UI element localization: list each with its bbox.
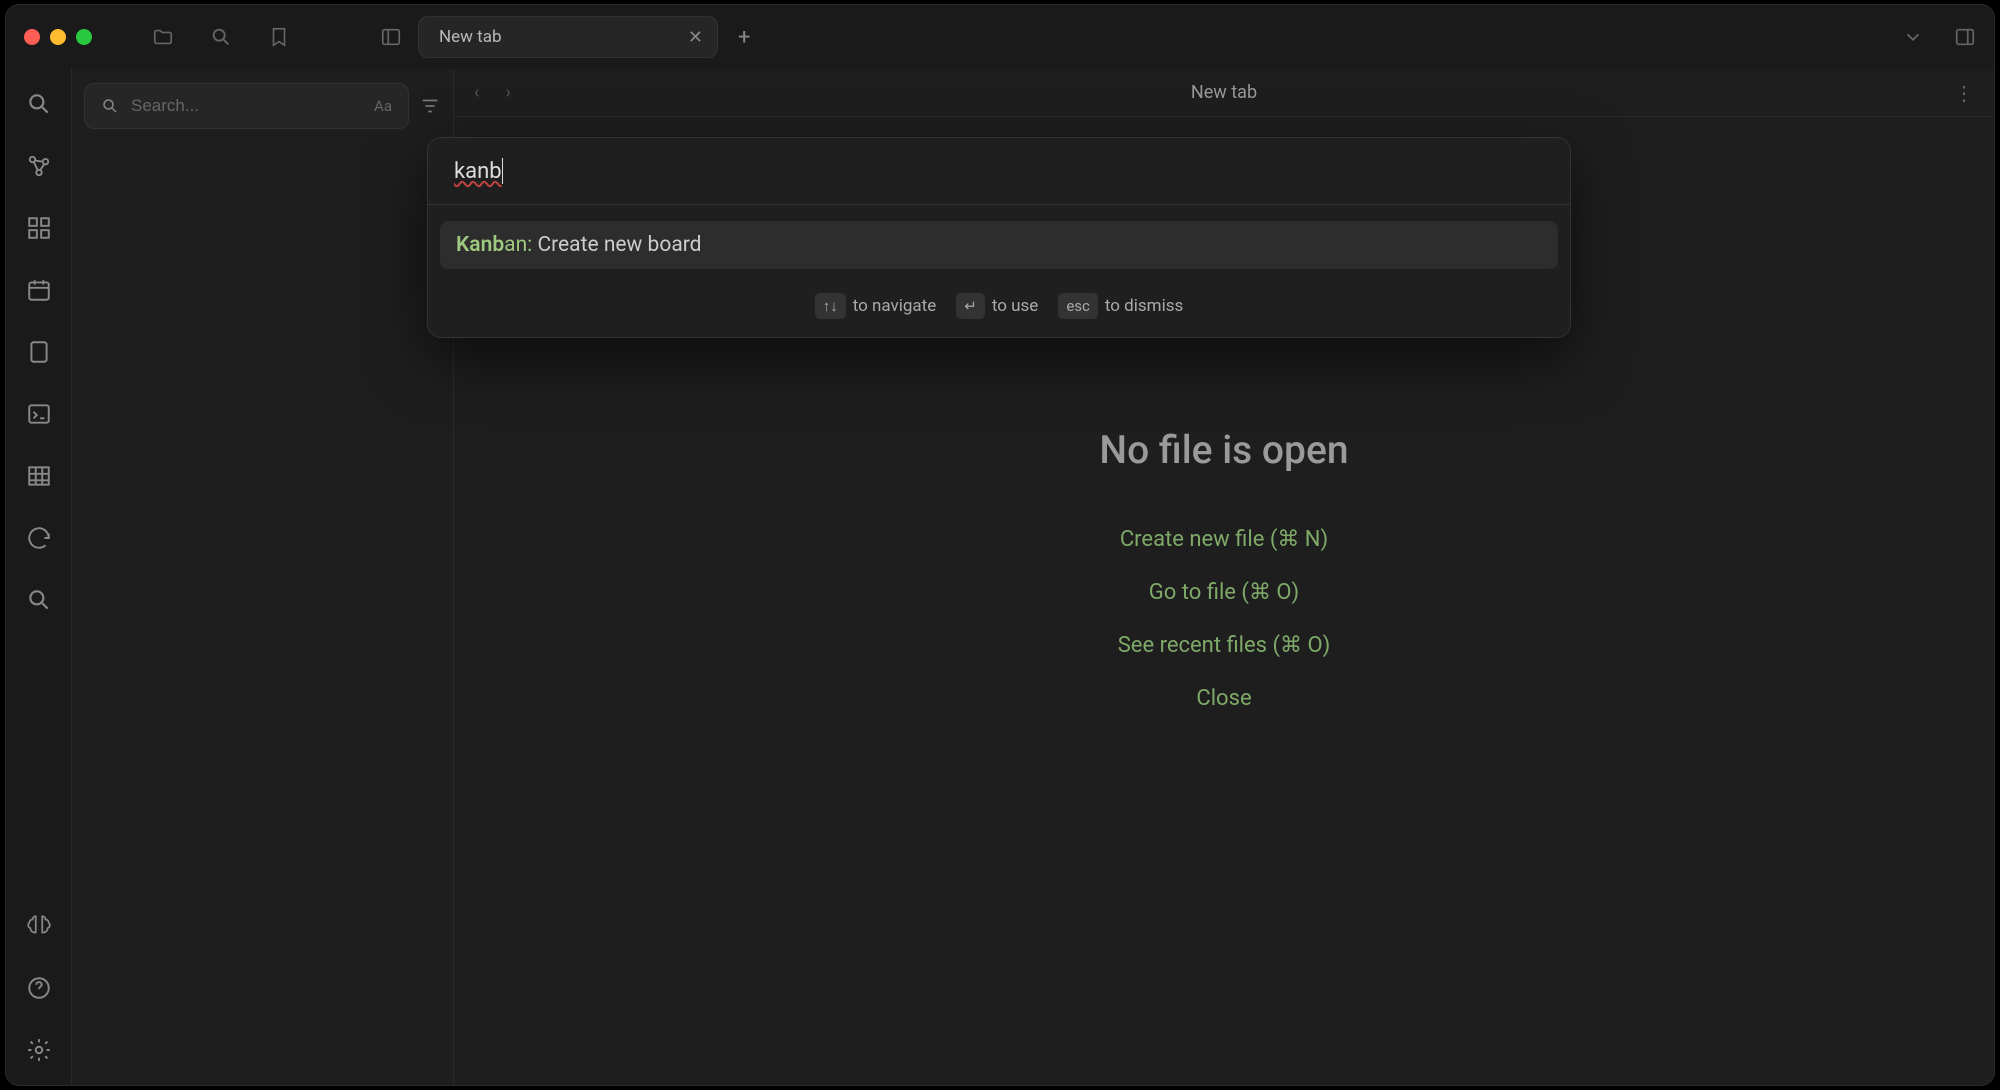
command-palette: kanb Kanban: Create new board ↑↓ to navi…	[427, 137, 1571, 338]
result-description: Create new board	[532, 233, 701, 257]
graph-icon[interactable]	[26, 153, 52, 179]
table-icon[interactable]	[26, 463, 52, 489]
empty-state-actions: Create new file (⌘ N) Go to file (⌘ O) S…	[1118, 527, 1331, 711]
search-icon[interactable]	[210, 26, 232, 48]
result-match-bold: Kanb	[456, 233, 504, 257]
command-palette-input[interactable]: kanb	[428, 138, 1570, 205]
use-keys: ↵	[956, 293, 985, 319]
help-icon[interactable]	[26, 975, 52, 1001]
empty-state-title: No file is open	[1099, 427, 1348, 473]
chevron-down-icon[interactable]	[1902, 26, 1924, 48]
sidebar: Aa	[72, 69, 454, 1085]
close-link[interactable]: Close	[1196, 686, 1251, 711]
dismiss-keys: esc	[1058, 293, 1098, 319]
sync-icon[interactable]	[26, 525, 52, 551]
tab-new-tab[interactable]: New tab ✕	[418, 16, 718, 58]
titlebar-right	[1902, 26, 1976, 48]
command-palette-hints: ↑↓ to navigate ↵ to use esc to dismiss	[428, 277, 1570, 337]
command-palette-results: Kanban: Create new board	[428, 205, 1570, 277]
app-window: New tab ✕ +	[5, 4, 1995, 1086]
titlebar-icons	[152, 26, 290, 48]
filter-icon[interactable]	[419, 95, 441, 117]
command-palette-input-text: kanb	[454, 159, 502, 184]
recent-files-link[interactable]: See recent files (⌘ O)	[1118, 633, 1331, 658]
search-alt-icon[interactable]	[26, 587, 52, 613]
tab-title: New tab	[439, 27, 502, 47]
sidebar-right-toggle-icon[interactable]	[1954, 26, 1976, 48]
result-match-rest: an:	[504, 233, 532, 257]
window-maximize-button[interactable]	[76, 29, 92, 45]
titlebar: New tab ✕ +	[6, 5, 1994, 69]
text-cursor	[502, 158, 503, 184]
search-icon[interactable]	[26, 91, 52, 117]
terminal-icon[interactable]	[26, 401, 52, 427]
dashboard-icon[interactable]	[26, 215, 52, 241]
main-header: ‹ › New tab ⋮	[454, 69, 1994, 117]
nav-arrows: ‹ ›	[474, 82, 511, 103]
note-icon[interactable]	[26, 339, 52, 365]
left-ribbon	[6, 69, 72, 1085]
window-minimize-button[interactable]	[50, 29, 66, 45]
dismiss-label: to dismiss	[1105, 296, 1183, 316]
sidebar-search-box[interactable]: Aa	[84, 83, 409, 129]
command-palette-item[interactable]: Kanban: Create new board	[440, 221, 1558, 269]
nav-label: to navigate	[853, 296, 937, 316]
calendar-icon[interactable]	[26, 277, 52, 303]
nav-forward-icon[interactable]: ›	[505, 82, 510, 103]
settings-icon[interactable]	[26, 1037, 52, 1063]
sidebar-search-input[interactable]	[131, 96, 362, 116]
go-to-file-link[interactable]: Go to file (⌘ O)	[1149, 580, 1299, 605]
folder-icon[interactable]	[152, 26, 174, 48]
tab-close-icon[interactable]: ✕	[688, 27, 703, 48]
tab-add-button[interactable]: +	[738, 25, 750, 50]
nav-keys: ↑↓	[815, 293, 846, 319]
sidebar-left-toggle-icon[interactable]	[380, 26, 402, 48]
more-menu-icon[interactable]: ⋮	[1954, 81, 1974, 105]
use-label: to use	[992, 296, 1038, 316]
brain-icon[interactable]	[26, 913, 52, 939]
case-sensitive-toggle[interactable]: Aa	[374, 97, 392, 115]
traffic-lights	[24, 29, 92, 45]
create-file-link[interactable]: Create new file (⌘ N)	[1120, 527, 1328, 552]
search-icon	[101, 97, 119, 115]
nav-back-icon[interactable]: ‹	[474, 82, 479, 103]
tabs: New tab ✕ +	[418, 16, 750, 58]
window-close-button[interactable]	[24, 29, 40, 45]
sidebar-top: Aa	[84, 83, 441, 129]
bookmark-icon[interactable]	[268, 26, 290, 48]
page-title: New tab	[1191, 82, 1257, 103]
